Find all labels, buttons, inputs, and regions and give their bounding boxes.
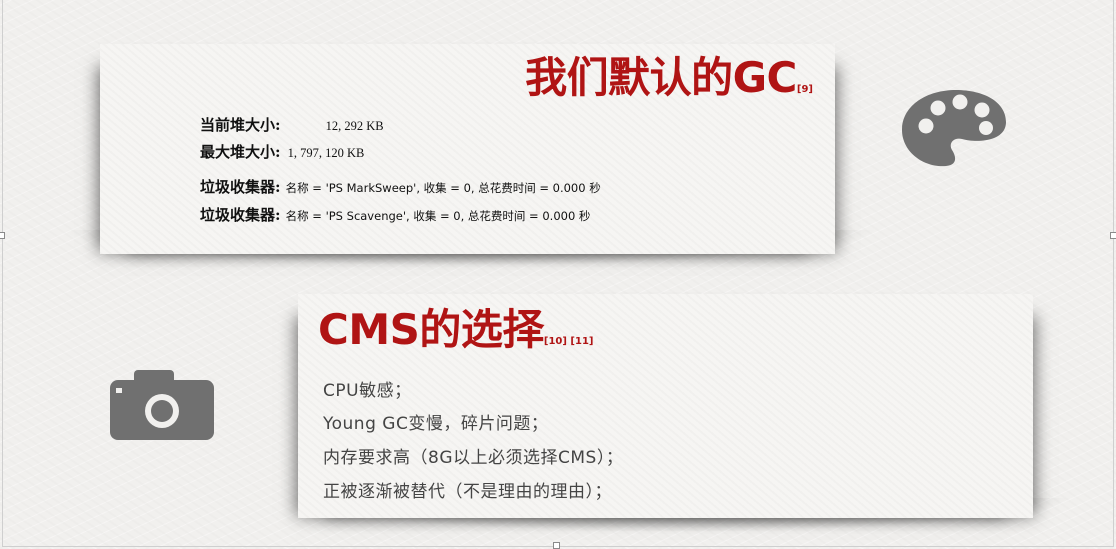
bullet-item: CPU敏感； xyxy=(323,381,412,401)
cms-choice-title: CMS的选择[10] [11] xyxy=(318,305,594,354)
current-heap-value: 12, 292 KB xyxy=(325,119,384,133)
default-gc-title: 我们默认的GC[9] xyxy=(525,53,813,102)
collector-value: 名称 = 'PS MarkSweep', 收集 = 0, 总花费时间 = 0.0… xyxy=(285,181,601,195)
current-heap-label: 当前堆大小: xyxy=(200,116,281,134)
collector-label: 垃圾收集器: xyxy=(200,178,281,196)
resize-handle-left[interactable] xyxy=(0,232,5,239)
collector-label: 垃圾收集器: xyxy=(200,206,281,224)
max-heap-row: 最大堆大小: 1, 797, 120 KB xyxy=(200,141,364,162)
collector-row: 垃圾收集器: 名称 = 'PS Scavenge', 收集 = 0, 总花费时间… xyxy=(200,204,590,225)
bullet-item: 内存要求高（8G以上必须选择CMS）； xyxy=(323,448,624,468)
palette-icon xyxy=(902,90,1006,167)
resize-handle-right[interactable] xyxy=(1110,232,1116,239)
collector-row: 垃圾收集器: 名称 = 'PS MarkSweep', 收集 = 0, 总花费时… xyxy=(200,176,601,197)
max-heap-value: 1, 797, 120 KB xyxy=(287,146,365,160)
reference-links[interactable]: [10] [11] xyxy=(544,336,594,347)
reference-link[interactable]: [9] xyxy=(797,84,813,95)
bullet-item: Young GC变慢，碎片问题； xyxy=(323,414,549,434)
default-gc-card: 我们默认的GC[9] 当前堆大小: 12, 292 KB 最大堆大小: 1, 7… xyxy=(100,44,835,254)
cms-choice-card: CMS的选择[10] [11] CPU敏感； Young GC变慢，碎片问题； … xyxy=(298,294,1033,518)
collector-value: 名称 = 'PS Scavenge', 收集 = 0, 总花费时间 = 0.00… xyxy=(285,209,591,223)
current-heap-row: 当前堆大小: 12, 292 KB xyxy=(200,114,384,135)
bullet-item: 正被逐渐被替代（不是理由的理由）； xyxy=(323,482,612,502)
max-heap-label: 最大堆大小: xyxy=(200,143,281,161)
camera-icon xyxy=(110,370,214,440)
